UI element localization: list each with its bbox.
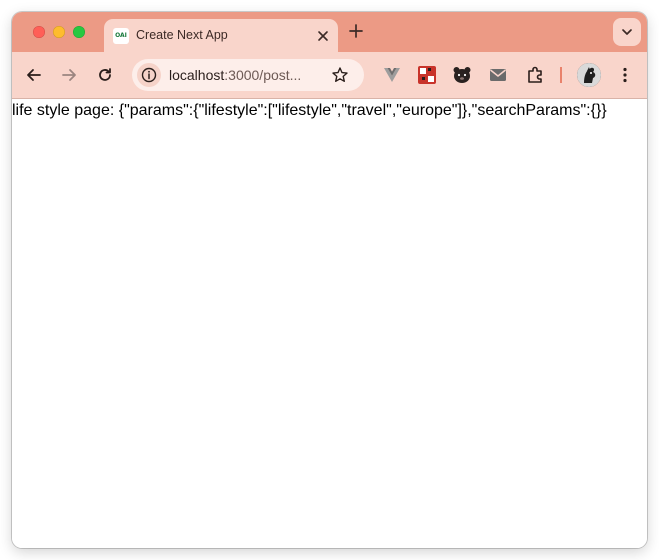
- url-text: localhost:3000/post...: [169, 67, 301, 83]
- mail-extension[interactable]: [488, 65, 508, 85]
- toolbar-divider: [560, 67, 562, 83]
- browser-menu-button[interactable]: [615, 65, 635, 85]
- chevron-down-icon: [622, 29, 632, 35]
- toolbar: localhost:3000/post...: [12, 52, 647, 99]
- page-content: life style page: {"params":{"lifestyle":…: [12, 99, 647, 548]
- puzzle-game-icon: [418, 66, 436, 84]
- puzzle-game-extension[interactable]: [417, 65, 437, 85]
- info-icon: [141, 67, 157, 83]
- star-icon: [332, 67, 348, 82]
- address-bar[interactable]: localhost:3000/post...: [132, 59, 364, 91]
- avatar-icon: [577, 63, 601, 87]
- tab-favicon-icon: OAI: [113, 28, 129, 44]
- vue-devtools-extension[interactable]: [382, 65, 402, 85]
- bear-extension[interactable]: [452, 65, 472, 85]
- plus-icon: [349, 24, 363, 38]
- bear-icon: [453, 67, 471, 83]
- mail-icon: [490, 69, 506, 81]
- tab-create-next-app[interactable]: OAI Create Next App: [104, 19, 338, 52]
- bookmark-button[interactable]: [331, 66, 349, 84]
- reload-icon: [99, 68, 111, 81]
- back-button[interactable]: [24, 65, 44, 85]
- tab-search-button[interactable]: [613, 18, 641, 46]
- browser-window: OAI Create Next App localhost:3000/post.…: [12, 12, 647, 548]
- arrow-left-icon: [27, 69, 41, 81]
- forward-button[interactable]: [59, 65, 79, 85]
- profile-avatar-button[interactable]: [577, 63, 601, 87]
- url-path: :3000/post...: [224, 67, 302, 83]
- url-host: localhost: [169, 67, 225, 83]
- new-tab-button[interactable]: [346, 21, 366, 41]
- site-info-button[interactable]: [137, 63, 161, 87]
- extensions-menu-button[interactable]: [525, 65, 545, 85]
- extensions-icon: [528, 66, 542, 83]
- more-vertical-icon: [623, 67, 627, 83]
- minimize-window-button[interactable]: [53, 26, 65, 38]
- tab-strip: OAI Create Next App: [12, 12, 647, 52]
- tab-close-button[interactable]: [314, 27, 332, 45]
- maximize-window-button[interactable]: [73, 26, 85, 38]
- reload-button[interactable]: [95, 65, 115, 85]
- page-body-text: life style page: {"params":{"lifestyle":…: [12, 102, 607, 119]
- close-window-button[interactable]: [33, 26, 45, 38]
- tab-title: Create Next App: [136, 28, 228, 42]
- vue-devtools-icon: [384, 68, 400, 82]
- close-icon: [318, 31, 328, 41]
- arrow-right-icon: [62, 69, 76, 81]
